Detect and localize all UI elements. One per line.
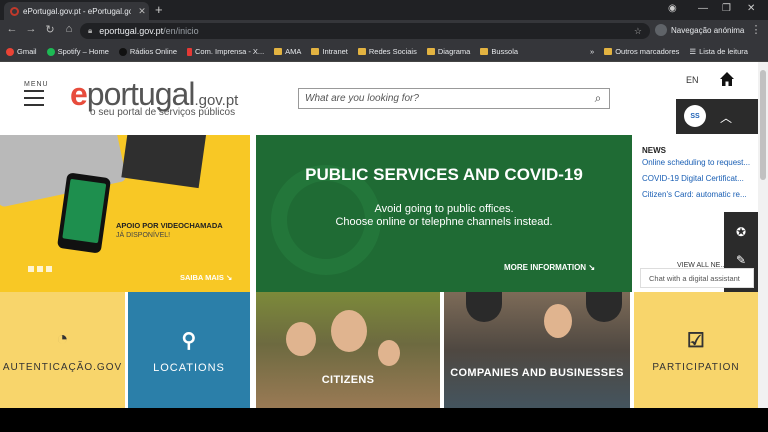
search-icon[interactable]: ⌕ bbox=[587, 91, 609, 106]
reading-list-icon: ☰ bbox=[689, 47, 697, 56]
news-item[interactable]: Citizen's Card: automatic re... bbox=[642, 190, 754, 199]
bookmark-folder[interactable]: Diagrama bbox=[426, 47, 470, 56]
person-photo bbox=[286, 322, 316, 356]
tab-title: ePortugal.gov.pt - ePortugal.gov bbox=[23, 6, 131, 16]
home-browser-icon[interactable]: ⌂ bbox=[61, 23, 77, 35]
carousel-subtitle: JÁ DISPONÍVEL! bbox=[116, 232, 171, 239]
folder-icon bbox=[274, 48, 283, 55]
other-bookmarks-folder[interactable]: Outros marcadores bbox=[604, 47, 679, 56]
collapse-chevron-up-icon[interactable]: ︿ bbox=[720, 109, 732, 126]
tile-locations[interactable]: ⚲ LOCATIONS bbox=[128, 292, 250, 408]
window-close-icon[interactable]: ✕ bbox=[747, 3, 755, 14]
radio-icon bbox=[118, 47, 127, 56]
tile-participation[interactable]: ☑ PARTICIPATION bbox=[634, 292, 758, 408]
bookmark-folder[interactable]: Bussola bbox=[480, 47, 518, 56]
news-heading: NEWS bbox=[642, 146, 666, 155]
person-photo bbox=[378, 340, 400, 366]
fingerprint-icon: ◔ bbox=[56, 328, 69, 350]
phone-image bbox=[56, 172, 112, 254]
news-item[interactable]: Online scheduling to request... bbox=[642, 158, 754, 167]
person-photo bbox=[331, 310, 367, 352]
bookmark-folder[interactable]: Intranet bbox=[311, 47, 348, 56]
minimize-icon[interactable]: — bbox=[698, 3, 708, 14]
lamp-photo bbox=[586, 292, 622, 322]
lamp-photo bbox=[466, 292, 502, 322]
site-favicon-icon bbox=[10, 6, 19, 16]
carousel-title: APOIO POR VIDEOCHAMADA bbox=[116, 221, 223, 230]
accessibility-icon[interactable]: ✪ bbox=[724, 225, 758, 239]
arrow-down-right-icon: ↘ bbox=[588, 263, 596, 272]
tile-citizens[interactable]: CITIZENS bbox=[256, 292, 440, 408]
folder-icon bbox=[480, 48, 489, 55]
folder-icon bbox=[357, 48, 366, 55]
url-path: /en/inicio bbox=[163, 26, 199, 36]
menu-label: MENU bbox=[24, 81, 49, 88]
covid-banner[interactable]: PUBLIC SERVICES AND COVID-19 Avoid going… bbox=[256, 135, 632, 292]
bookmark-star-icon[interactable]: ☆ bbox=[634, 26, 650, 37]
search-input[interactable]: What are you looking for? ⌕ bbox=[298, 88, 610, 109]
home-icon[interactable] bbox=[719, 71, 735, 87]
bookmark-folder[interactable]: Redes Sociais bbox=[357, 47, 417, 56]
bookmark-item[interactable]: Rádios Online bbox=[118, 47, 177, 56]
language-selector[interactable]: EN bbox=[686, 75, 699, 85]
participation-icon: ☑ bbox=[686, 330, 706, 352]
more-information-link[interactable]: MORE INFORMATION ↘ bbox=[504, 263, 595, 272]
carousel-dots[interactable] bbox=[28, 259, 55, 277]
spotify-icon bbox=[46, 47, 55, 56]
tab-close-icon[interactable]: ✕ bbox=[135, 6, 149, 17]
tile-autenticacao[interactable]: ◔ AUTENTICAÇÃO.GOV bbox=[0, 292, 125, 408]
assistant-tooltip: Chat with a digital assistant bbox=[640, 268, 754, 288]
news-item[interactable]: COVID-19 Digital Certificat... bbox=[642, 174, 754, 183]
bookmark-item[interactable]: Gmail bbox=[6, 47, 37, 56]
url-input[interactable]: 🔒︎ eportugal.gov.pt /en/inicio ☆ bbox=[80, 23, 650, 39]
reload-icon[interactable]: ↻ bbox=[42, 23, 58, 36]
arrow-down-right-icon: ↘ bbox=[225, 273, 233, 282]
covid-text: Avoid going to public offices. Choose on… bbox=[335, 203, 553, 228]
bookmarks-overflow-button[interactable]: » bbox=[590, 47, 594, 56]
chat-icon[interactable]: ✎ bbox=[724, 253, 758, 267]
bookmark-folder[interactable]: AMA bbox=[274, 47, 301, 56]
lock-icon: 🔒︎ bbox=[88, 26, 93, 35]
bookmark-item[interactable]: Com. Imprensa - X... bbox=[186, 47, 264, 56]
folder-icon bbox=[426, 48, 435, 55]
logo-tagline: o seu portal de serviços públicos bbox=[90, 107, 236, 118]
browser-tab[interactable]: ePortugal.gov.pt - ePortugal.gov ✕ bbox=[4, 2, 149, 20]
notebook-image bbox=[121, 135, 207, 189]
back-icon[interactable]: ← bbox=[4, 23, 20, 35]
web-page: MENU eportugal.gov.pt o seu portal de se… bbox=[0, 62, 768, 408]
incognito-icon bbox=[655, 24, 667, 36]
incognito-label: Navegação anónima bbox=[671, 25, 745, 35]
incognito-indicator[interactable]: Navegação anónima bbox=[655, 24, 744, 36]
folder-icon bbox=[604, 48, 613, 55]
person-photo bbox=[544, 304, 572, 338]
tile-companies[interactable]: COMPANIES AND BUSINESSES bbox=[444, 292, 630, 408]
maximize-icon[interactable]: ❐ bbox=[722, 3, 731, 14]
covid-title: PUBLIC SERVICES AND COVID-19 bbox=[305, 165, 583, 184]
screen-bottom-bar bbox=[0, 408, 768, 432]
page-scrollbar[interactable] bbox=[758, 62, 768, 408]
folder-icon bbox=[311, 48, 320, 55]
flag-icon bbox=[186, 47, 192, 56]
browser-menu-icon[interactable]: ⋮ bbox=[748, 23, 764, 36]
user-avatar[interactable]: SS bbox=[684, 105, 706, 127]
gmail-icon bbox=[6, 47, 14, 56]
profile-menu-icon[interactable]: ◉ bbox=[668, 3, 677, 14]
bookmarks-bar: Gmail Spotify – Home Rádios Online Com. … bbox=[0, 42, 768, 62]
hamburger-menu-icon[interactable] bbox=[24, 90, 44, 106]
forward-icon[interactable]: → bbox=[23, 23, 39, 35]
saiba-mais-link[interactable]: SAIBA MAIS ↘ bbox=[180, 273, 232, 282]
new-tab-button[interactable]: + bbox=[155, 2, 163, 17]
map-location-icon: ⚲ bbox=[181, 330, 197, 352]
bookmark-item[interactable]: Spotify – Home bbox=[46, 47, 109, 56]
carousel-banner[interactable]: APOIO POR VIDEOCHAMADA JÁ DISPONÍVEL! SA… bbox=[0, 135, 250, 292]
url-host: eportugal.gov.pt bbox=[99, 26, 164, 36]
reading-list-button[interactable]: ☰ Lista de leitura bbox=[689, 47, 748, 56]
